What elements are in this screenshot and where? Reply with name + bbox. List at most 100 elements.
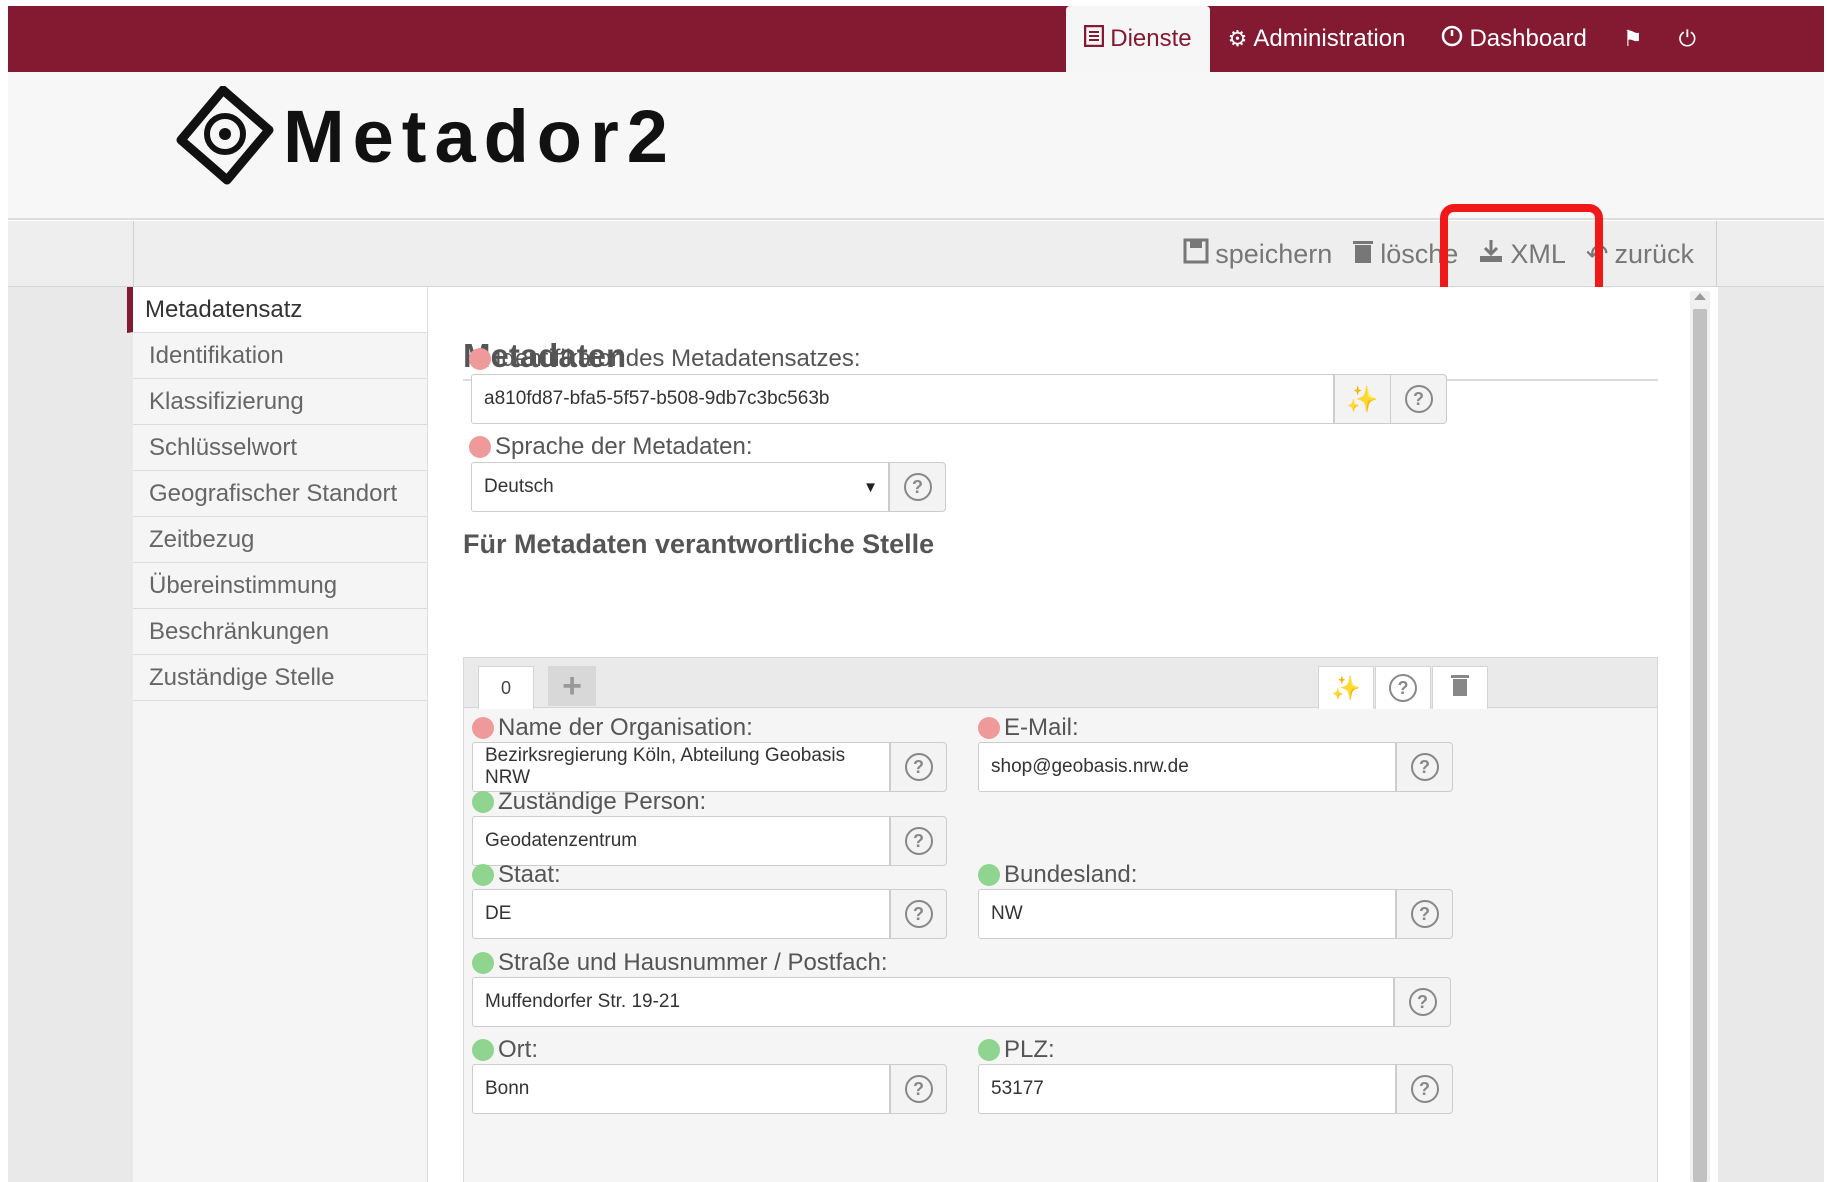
optional-dot-icon	[472, 1039, 494, 1061]
help-icon: ?	[1389, 674, 1417, 702]
gear-icon: ⚙	[1227, 26, 1248, 51]
help-icon: ?	[1404, 385, 1433, 413]
top-navbar: Dienste ⚙ Administration Dashboard ⚑ ⏻	[8, 6, 1824, 72]
optional-dot-icon	[978, 864, 1000, 886]
logo-icon	[176, 86, 274, 185]
nav-dashboard[interactable]: Dashboard	[1423, 6, 1604, 72]
required-dot-icon	[978, 717, 1000, 739]
floppy-icon	[1183, 238, 1209, 271]
state-input[interactable]: NW	[978, 889, 1396, 939]
sidebar-item-beschraenkungen[interactable]: Beschränkungen	[133, 609, 427, 655]
add-party-button[interactable]: +	[548, 666, 596, 706]
generate-id-button[interactable]: ✨	[1334, 374, 1391, 424]
party-autofill-button[interactable]: ✨	[1318, 666, 1374, 709]
scroll-up-arrow-icon[interactable]	[1694, 293, 1706, 300]
section-sidebar: Metadatensatz Identifikation Klassifizie…	[127, 287, 428, 1182]
main-scrollbar[interactable]	[1690, 291, 1710, 1182]
country-label-text: Staat:	[498, 861, 561, 888]
city-label: Ort:	[472, 1036, 538, 1064]
email-help-button[interactable]: ?	[1396, 742, 1453, 792]
language-help-button[interactable]: ?	[889, 462, 946, 512]
zip-help-button[interactable]: ?	[1396, 1064, 1453, 1114]
nav-dienste-label: Dienste	[1110, 25, 1192, 52]
help-icon: ?	[904, 827, 933, 855]
party-delete-button[interactable]	[1432, 666, 1488, 709]
page-gutter-right	[1718, 287, 1824, 1182]
nav-administration[interactable]: ⚙ Administration	[1210, 6, 1424, 72]
state-label: Bundesland:	[978, 861, 1137, 889]
nav-dienste[interactable]: Dienste	[1066, 6, 1210, 72]
state-label-text: Bundesland:	[1004, 861, 1138, 888]
sidebar-item-zeitbezug[interactable]: Zeitbezug	[133, 517, 427, 563]
language-label-text: Sprache der Metadaten:	[495, 433, 753, 460]
main-nav: Dienste ⚙ Administration Dashboard ⚑ ⏻	[1066, 6, 1824, 72]
language-value: Deutsch	[484, 476, 554, 497]
identifier-help-button[interactable]: ?	[1390, 374, 1447, 424]
email-input[interactable]: shop@geobasis.nrw.de	[978, 742, 1396, 792]
country-label: Staat:	[472, 861, 561, 889]
logo-text: Metador2	[283, 94, 676, 178]
city-input[interactable]: Bonn	[472, 1064, 890, 1114]
street-input[interactable]: Muffendorfer Str. 19-21	[472, 977, 1394, 1027]
identifier-input[interactable]: a810fd87-bfa5-5f57-b508-9db7c3bc563b	[471, 374, 1334, 424]
state-help-button[interactable]: ?	[1396, 889, 1453, 939]
dashboard-icon	[1441, 25, 1463, 53]
optional-dot-icon	[472, 952, 494, 974]
sidebar-item-geografischer-standort[interactable]: Geografischer Standort	[133, 471, 427, 517]
person-help-button[interactable]: ?	[890, 816, 947, 866]
tab-party-0[interactable]: 0	[478, 666, 534, 709]
scroll-thumb[interactable]	[1693, 309, 1707, 1182]
sidebar-item-schluesselwort[interactable]: Schlüsselwort	[133, 425, 427, 471]
country-input[interactable]: DE	[472, 889, 890, 939]
party-tabstrip: 0 + ✨ ?	[464, 658, 1657, 709]
language-select[interactable]: Deutsch ▼	[471, 462, 889, 512]
nav-flag[interactable]: ⚑	[1605, 6, 1661, 72]
party-help-button[interactable]: ?	[1375, 666, 1431, 709]
city-help-button[interactable]: ?	[890, 1064, 947, 1114]
zip-input[interactable]: 53177	[978, 1064, 1396, 1114]
person-input[interactable]: Geodatenzentrum	[472, 816, 890, 866]
help-icon: ?	[1410, 753, 1439, 781]
flag-icon: ⚑	[1622, 26, 1643, 51]
nav-logout[interactable]: ⏻	[1661, 6, 1714, 72]
required-dot-icon	[472, 717, 494, 739]
person-label-text: Zuständige Person:	[498, 788, 707, 815]
email-label: E-Mail:	[978, 714, 1079, 742]
optional-dot-icon	[472, 791, 494, 813]
sidebar-item-uebereinstimmung[interactable]: Übereinstimmung	[133, 563, 427, 609]
zip-label-text: PLZ:	[1004, 1036, 1055, 1063]
app-logo[interactable]: Metador2	[173, 86, 676, 186]
sidebar-item-klassifizierung[interactable]: Klassifizierung	[133, 379, 427, 425]
main-form: Metadaten Identifikator des Metadatensat…	[429, 287, 1689, 1182]
magic-wand-icon: ✨	[1346, 383, 1379, 414]
plus-icon: +	[562, 666, 582, 705]
magic-wand-icon: ✨	[1331, 674, 1361, 702]
language-label: Sprache der Metadaten:	[469, 433, 753, 461]
street-help-button[interactable]: ?	[1394, 977, 1451, 1027]
country-help-button[interactable]: ?	[890, 889, 947, 939]
help-icon: ?	[904, 753, 933, 781]
list-icon	[1084, 24, 1105, 53]
help-icon: ?	[904, 900, 933, 928]
person-label: Zuständige Person:	[472, 788, 706, 816]
save-button[interactable]: speichern	[1183, 238, 1332, 271]
sidebar-item-metadatensatz[interactable]: Metadatensatz	[127, 287, 427, 333]
zip-label: PLZ:	[978, 1036, 1055, 1064]
optional-dot-icon	[472, 864, 494, 886]
nav-dashboard-label: Dashboard	[1469, 25, 1587, 52]
street-label-text: Straße und Hausnummer / Postfach:	[498, 949, 888, 976]
trash-icon	[1352, 238, 1374, 271]
org-input[interactable]: Bezirksregierung Köln, Abteilung Geobasi…	[472, 742, 890, 792]
help-icon: ?	[903, 473, 932, 501]
street-label: Straße und Hausnummer / Postfach:	[472, 949, 888, 977]
toolbar-actions: speichern lösche XML ↶ zurück	[1183, 221, 1694, 287]
help-icon: ?	[1408, 988, 1437, 1016]
trash-icon	[1450, 673, 1470, 704]
chevron-down-icon: ▼	[863, 478, 878, 496]
page-gutter-left	[8, 287, 133, 1182]
sidebar-item-zustaendige-stelle[interactable]: Zuständige Stelle	[133, 655, 427, 701]
org-help-button[interactable]: ?	[890, 742, 947, 792]
optional-dot-icon	[978, 1039, 1000, 1061]
sidebar-item-identifikation[interactable]: Identifikation	[133, 333, 427, 379]
save-label: speichern	[1215, 238, 1333, 269]
